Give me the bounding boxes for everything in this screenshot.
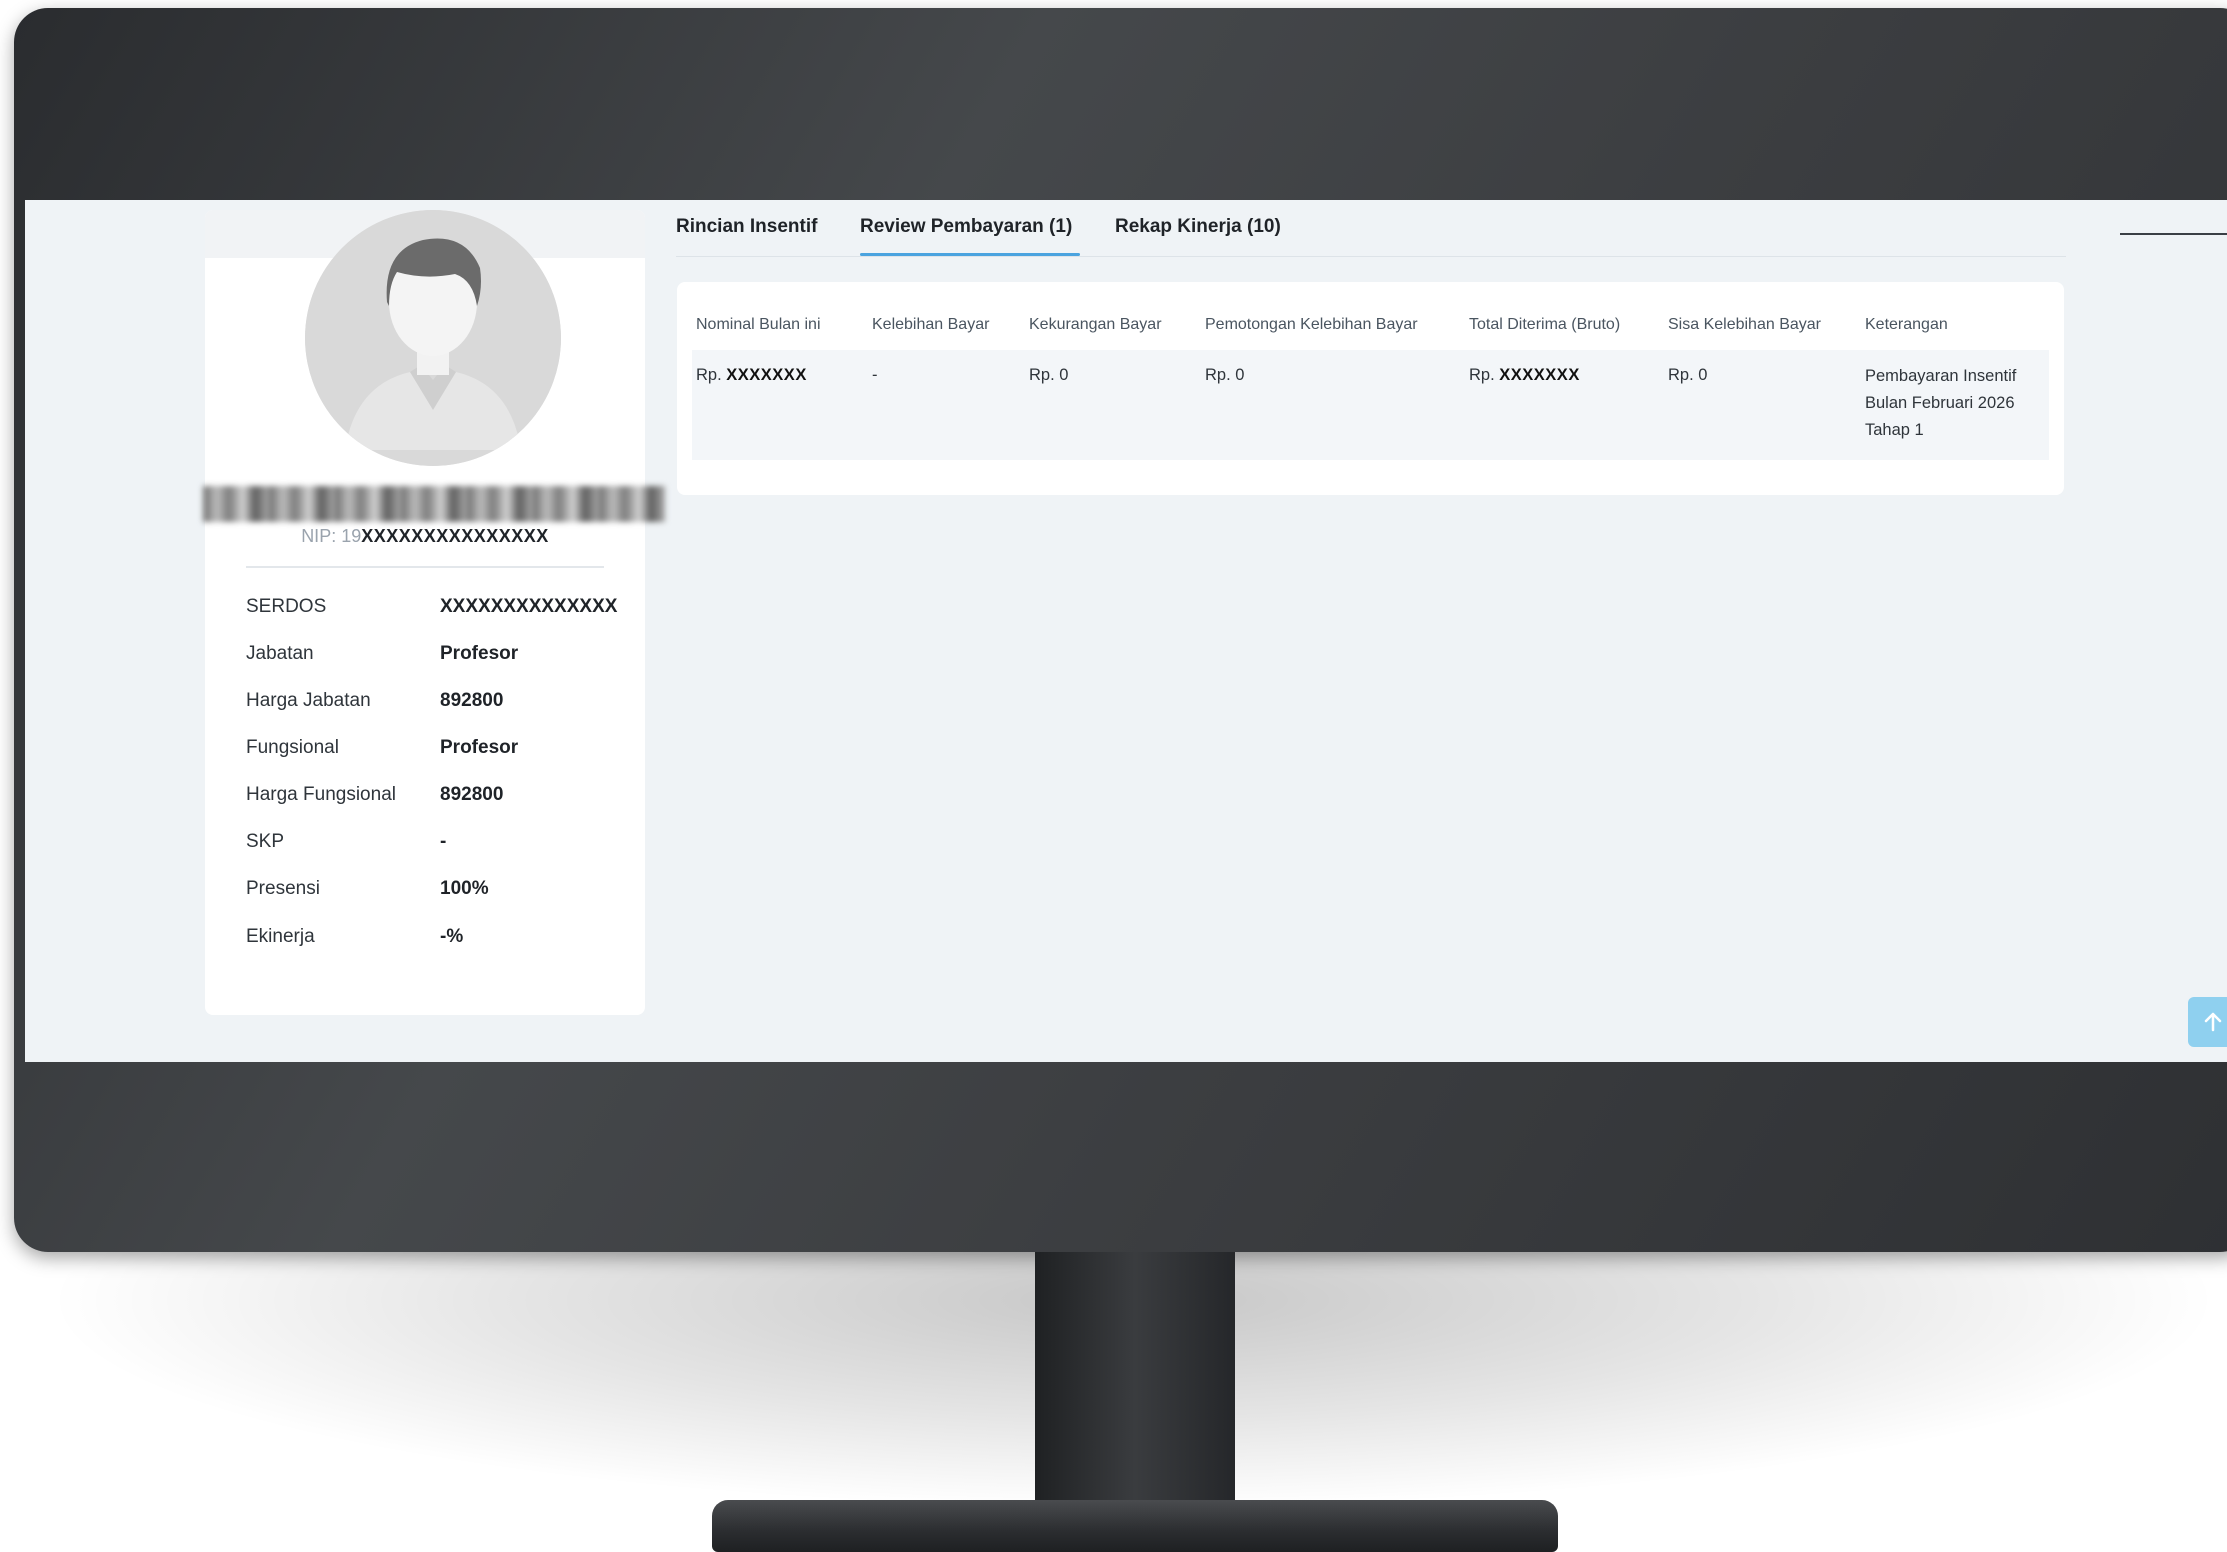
- monitor-stand-neck: [1035, 1252, 1235, 1522]
- info-value: Profesor: [440, 737, 519, 758]
- info-row-presensi: Presensi 100%: [246, 878, 626, 908]
- info-value: 892800: [440, 690, 504, 711]
- info-row-ekinerja: Ekinerja -%: [246, 926, 626, 956]
- cell-nominal: Rp. XXXXXXX: [696, 366, 807, 385]
- tab-rincian-insentif[interactable]: Rincian Insentif: [676, 216, 817, 238]
- profile-card: NIP: 19XXXXXXXXXXXXXXX SERDOS XXXXXXXXXX…: [203, 210, 665, 1015]
- column-header: Nominal Bulan ini: [696, 316, 821, 333]
- info-label: Presensi: [246, 878, 320, 899]
- info-value: Profesor: [440, 643, 519, 664]
- nip-prefix: NIP: 19: [301, 526, 362, 546]
- tab-rekap-kinerja[interactable]: Rekap Kinerja (10): [1115, 216, 1281, 238]
- active-tab-indicator: [860, 253, 1080, 256]
- info-row-jabatan: Jabatan Profesor: [246, 643, 626, 673]
- info-value: XXXXXXXXXXXXXX: [440, 596, 618, 617]
- name-redacted: [203, 486, 665, 522]
- currency-prefix: Rp.: [696, 366, 722, 384]
- info-row-harga-jabatan: Harga Jabatan 892800: [246, 690, 626, 720]
- table-row: [692, 350, 2049, 460]
- info-value: -: [440, 831, 447, 852]
- cell-pemotongan: Rp. 0: [1205, 366, 1245, 384]
- info-label: Fungsional: [246, 737, 339, 758]
- divider: [246, 566, 604, 568]
- info-label: SKP: [246, 831, 285, 852]
- column-header: Sisa Kelebihan Bayar: [1668, 316, 1821, 333]
- info-row-harga-fungsional: Harga Fungsional 892800: [246, 784, 626, 814]
- info-label: SERDOS: [246, 596, 327, 617]
- redacted-value: XXXXXXX: [1499, 366, 1580, 384]
- info-label: Harga Fungsional: [246, 784, 396, 805]
- user-placeholder-icon: [305, 210, 561, 466]
- info-label: Jabatan: [246, 643, 314, 664]
- cell-keterangan: Pembayaran Insentif Bulan Februari 2026 …: [1865, 367, 2017, 439]
- info-value: 100%: [440, 878, 489, 899]
- avatar: [305, 210, 561, 466]
- currency-prefix: Rp.: [1469, 366, 1495, 384]
- info-label: Ekinerja: [246, 926, 315, 947]
- info-row-skp: SKP -: [246, 831, 626, 861]
- screen: NIP: 19XXXXXXXXXXXXXXX SERDOS XXXXXXXXXX…: [25, 200, 2227, 1062]
- info-row-serdos: SERDOS XXXXXXXXXXXXXX: [246, 596, 626, 626]
- nip-redacted: XXXXXXXXXXXXXXX: [361, 526, 549, 546]
- tab-review-pembayaran[interactable]: Review Pembayaran (1): [860, 216, 1072, 238]
- column-header: Pemotongan Kelebihan Bayar: [1205, 316, 1418, 333]
- payment-table: Nominal Bulan ini Kelebihan Bayar Kekura…: [677, 282, 2064, 495]
- edge-line: [2120, 233, 2227, 235]
- info-value: 892800: [440, 784, 504, 805]
- column-header: Total Diterima (Bruto): [1469, 316, 1621, 333]
- cell-kekurangan: Rp. 0: [1029, 366, 1069, 384]
- column-header: Keterangan: [1865, 316, 1948, 333]
- tabs-divider: [676, 256, 2066, 257]
- redacted-value: XXXXXXX: [726, 366, 807, 384]
- cell-sisa: Rp. 0: [1668, 366, 1708, 384]
- column-header: Kekurangan Bayar: [1029, 316, 1162, 333]
- arrow-up-icon: [2204, 1012, 2222, 1032]
- scroll-top-button[interactable]: [2188, 997, 2227, 1047]
- column-header: Kelebihan Bayar: [872, 316, 990, 333]
- cell-kelebihan: -: [872, 366, 878, 384]
- nip-text: NIP: 19XXXXXXXXXXXXXXX: [205, 526, 645, 547]
- info-label: Harga Jabatan: [246, 690, 371, 711]
- info-value: -%: [440, 926, 464, 947]
- monitor-stand-base: [712, 1500, 1558, 1552]
- cell-total: Rp. XXXXXXX: [1469, 366, 1580, 385]
- info-row-fungsional: Fungsional Profesor: [246, 737, 626, 767]
